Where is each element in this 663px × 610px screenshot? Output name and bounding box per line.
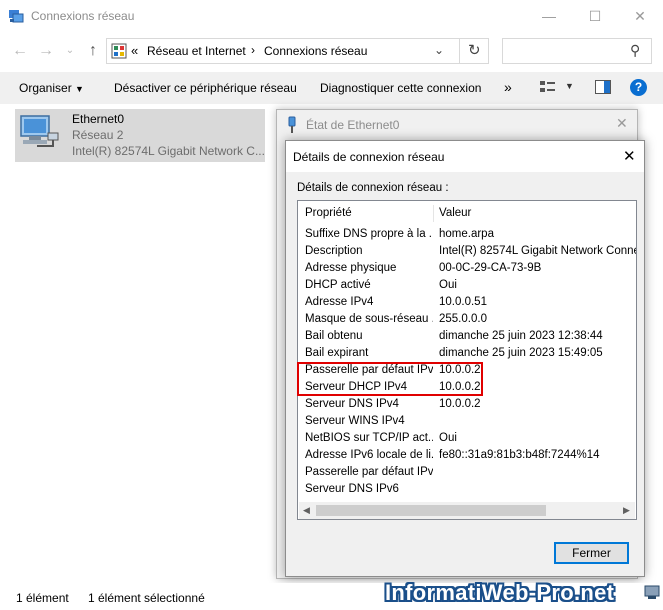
table-row[interactable]: Adresse IPv6 locale de li... fe80::31a9:8… (298, 447, 636, 464)
table-row[interactable]: Masque de sous-réseau ... 255.0.0.0 (298, 311, 636, 328)
scroll-left-icon[interactable]: ◀ (303, 505, 310, 516)
resize-grip-icon (643, 583, 661, 601)
view-options-icon[interactable] (540, 80, 556, 94)
row-property: Bail expirant (305, 347, 369, 359)
table-row[interactable]: Passerelle par défaut IPv6 (298, 464, 636, 481)
row-property: Masque de sous-réseau ... (305, 313, 433, 325)
breadcrumb-network-internet[interactable]: Réseau et Internet (147, 44, 246, 58)
network-plug-icon (286, 116, 298, 134)
horizontal-scrollbar[interactable]: ◀ ▶ (299, 502, 635, 519)
watermark: InformatiWeb-Pro.net (385, 580, 615, 605)
breadcrumb-separator-icon: › (251, 43, 255, 57)
row-value: 255.0.0.0 (439, 313, 487, 325)
row-value: Oui (439, 279, 457, 291)
scroll-right-icon[interactable]: ▶ (623, 505, 630, 516)
help-icon[interactable]: ? (630, 79, 647, 96)
diagnose-button[interactable]: Diagnostiquer cette connexion (320, 81, 481, 95)
table-row[interactable]: DHCP activé Oui (298, 277, 636, 294)
row-property: Description (305, 245, 363, 257)
disable-device-button[interactable]: Désactiver ce périphérique réseau (114, 81, 297, 95)
breadcrumb-overflow[interactable]: « (131, 43, 138, 58)
close-icon[interactable]: ✕ (617, 0, 663, 32)
row-value: fe80::31a9:81b3:b48f:7244%14 (439, 449, 600, 461)
search-input[interactable]: ⚲ (502, 38, 652, 64)
more-commands-button[interactable]: » (504, 79, 512, 95)
details-table[interactable]: Propriété Valeur Suffixe DNS propre à la… (297, 200, 637, 520)
maximize-icon[interactable]: ☐ (572, 0, 618, 32)
table-row[interactable]: Suffixe DNS propre à la ... home.arpa (298, 226, 636, 243)
address-dropdown-icon[interactable]: ⌄ (434, 43, 444, 57)
adapter-device: Intel(R) 82574L Gigabit Network C... (72, 144, 265, 158)
row-property: Serveur WINS IPv4 (305, 415, 405, 427)
forward-arrow-icon[interactable]: → (36, 41, 56, 61)
table-row[interactable]: Serveur WINS IPv4 (298, 413, 636, 430)
column-header-value[interactable]: Valeur (439, 205, 636, 222)
row-property: DHCP activé (305, 279, 371, 291)
minimize-icon[interactable]: — (526, 0, 572, 32)
view-dropdown-icon[interactable]: ▼ (565, 81, 574, 91)
table-row[interactable]: Bail expirant dimanche 25 juin 2023 15:49… (298, 345, 636, 362)
row-property: Suffixe DNS propre à la ... (305, 228, 433, 240)
up-arrow-icon[interactable]: ↑ (83, 41, 103, 61)
close-button[interactable]: Fermer (554, 542, 629, 564)
dropdown-arrow-icon: ▼ (75, 84, 84, 94)
row-value: Intel(R) 82574L Gigabit Network Connect (439, 245, 636, 257)
recent-chevron-icon[interactable]: ⌄ (60, 41, 80, 61)
network-adapter-icon (17, 113, 59, 153)
table-row[interactable]: Bail obtenu dimanche 25 juin 2023 12:38:4… (298, 328, 636, 345)
table-row[interactable]: Serveur DNS IPv4 10.0.0.2 (298, 396, 636, 413)
row-value: Oui (439, 432, 457, 444)
refresh-icon: ↻ (468, 42, 481, 59)
back-arrow-icon[interactable]: ← (10, 41, 30, 61)
breadcrumb-network-connections[interactable]: Connexions réseau (264, 44, 367, 58)
row-value: dimanche 25 juin 2023 15:49:05 (439, 347, 603, 359)
refresh-button[interactable]: ↻ (459, 38, 489, 64)
table-row[interactable]: Adresse physique 00-0C-29-CA-73-9B (298, 260, 636, 277)
column-header-property[interactable]: Propriété (305, 205, 433, 222)
window-title: Connexions réseau (31, 9, 135, 23)
row-value: 10.0.0.2 (439, 398, 481, 410)
network-folder-icon (8, 8, 24, 24)
row-property: Adresse IPv4 (305, 296, 374, 308)
table-row[interactable]: Serveur DNS IPv6 (298, 481, 636, 498)
ethernet-adapter-item[interactable]: Ethernet0 Réseau 2 Intel(R) 82574L Gigab… (15, 109, 265, 162)
address-bar[interactable]: « Réseau et Internet › Connexions réseau… (106, 38, 489, 64)
row-property: Bail obtenu (305, 330, 363, 342)
details-dialog: Détails de connexion réseau ✕ Détails de… (285, 140, 645, 577)
status-window-title: État de Ethernet0 (306, 118, 400, 132)
status-window-close-icon[interactable]: ✕ (616, 115, 628, 132)
highlight-box (297, 362, 483, 396)
preview-pane-icon[interactable] (595, 80, 611, 94)
table-row[interactable]: NetBIOS sur TCP/IP act... Oui (298, 430, 636, 447)
table-header: Propriété Valeur (298, 205, 636, 222)
selected-count: 1 élément sélectionné (88, 591, 205, 605)
row-property: Passerelle par défaut IPv6 (305, 466, 433, 478)
row-value: 10.0.0.51 (439, 296, 487, 308)
table-row[interactable]: Description Intel(R) 82574L Gigabit Netwo… (298, 243, 636, 260)
row-property: Adresse IPv6 locale de li... (305, 449, 433, 461)
search-icon: ⚲ (630, 42, 641, 58)
column-divider (433, 205, 434, 222)
table-row[interactable]: Adresse IPv4 10.0.0.51 (298, 294, 636, 311)
control-panel-icon (111, 43, 127, 59)
row-property: NetBIOS sur TCP/IP act... (305, 432, 433, 444)
organize-label: Organiser (19, 81, 72, 95)
row-value: home.arpa (439, 228, 494, 240)
item-count: 1 élément (16, 591, 69, 605)
details-dialog-title: Détails de connexion réseau (293, 150, 445, 164)
organize-menu-button[interactable]: Organiser ▼ (19, 81, 84, 95)
scrollbar-thumb[interactable] (316, 505, 546, 516)
details-group-label: Détails de connexion réseau : (297, 182, 449, 194)
adapter-network: Réseau 2 (72, 128, 124, 142)
row-property: Adresse physique (305, 262, 397, 274)
row-value: dimanche 25 juin 2023 12:38:44 (439, 330, 603, 342)
row-value: 00-0C-29-CA-73-9B (439, 262, 542, 274)
row-property: Serveur DNS IPv4 (305, 398, 399, 410)
row-property: Serveur DNS IPv6 (305, 483, 399, 495)
adapter-name: Ethernet0 (72, 112, 125, 126)
title-bar: Connexions réseau — ☐ ✕ (0, 0, 663, 32)
details-dialog-titlebar: Détails de connexion réseau ✕ (286, 141, 644, 172)
details-dialog-close-icon[interactable]: ✕ (623, 147, 636, 165)
